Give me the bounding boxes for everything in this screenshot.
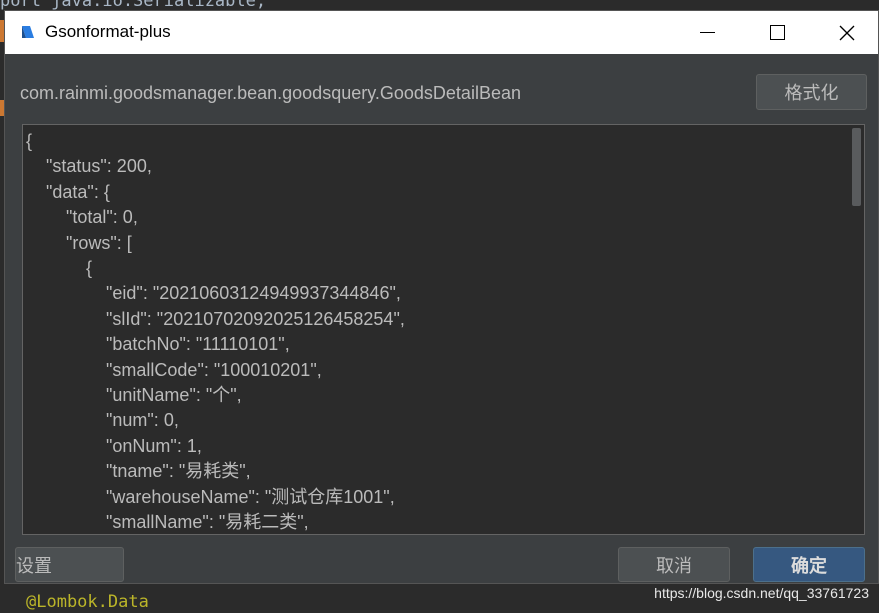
json-text[interactable]: { "status": 200, "data": { "total": 0, "… <box>26 129 405 534</box>
maximize-icon <box>769 25 785 40</box>
gsonformat-dialog: Gsonformat-plus com.rainmi.goodsmanager.… <box>4 10 879 584</box>
scrollbar-thumb[interactable] <box>852 128 861 206</box>
cancel-button[interactable]: 取消 <box>618 547 730 582</box>
watermark: https://blog.csdn.net/qq_33761723 <box>654 585 869 601</box>
minimize-button[interactable] <box>672 11 742 54</box>
window-title: Gsonformat-plus <box>45 22 171 41</box>
settings-button[interactable]: 设置 <box>15 547 124 582</box>
class-name-field[interactable]: com.rainmi.goodsmanager.bean.goodsquery.… <box>20 83 521 104</box>
close-icon <box>839 25 855 40</box>
close-button[interactable] <box>812 11 879 54</box>
background-annotation-line: @Lombok.Data <box>26 592 149 612</box>
format-button[interactable]: 格式化 <box>756 74 867 110</box>
title-bar[interactable]: Gsonformat-plus <box>5 11 878 54</box>
ok-button[interactable]: 确定 <box>753 547 865 582</box>
minimize-icon <box>699 32 715 33</box>
json-editor[interactable]: { "status": 200, "data": { "total": 0, "… <box>22 124 865 535</box>
intellij-plugin-icon <box>22 26 34 38</box>
maximize-button[interactable] <box>742 11 812 54</box>
vertical-scrollbar[interactable] <box>850 125 864 534</box>
